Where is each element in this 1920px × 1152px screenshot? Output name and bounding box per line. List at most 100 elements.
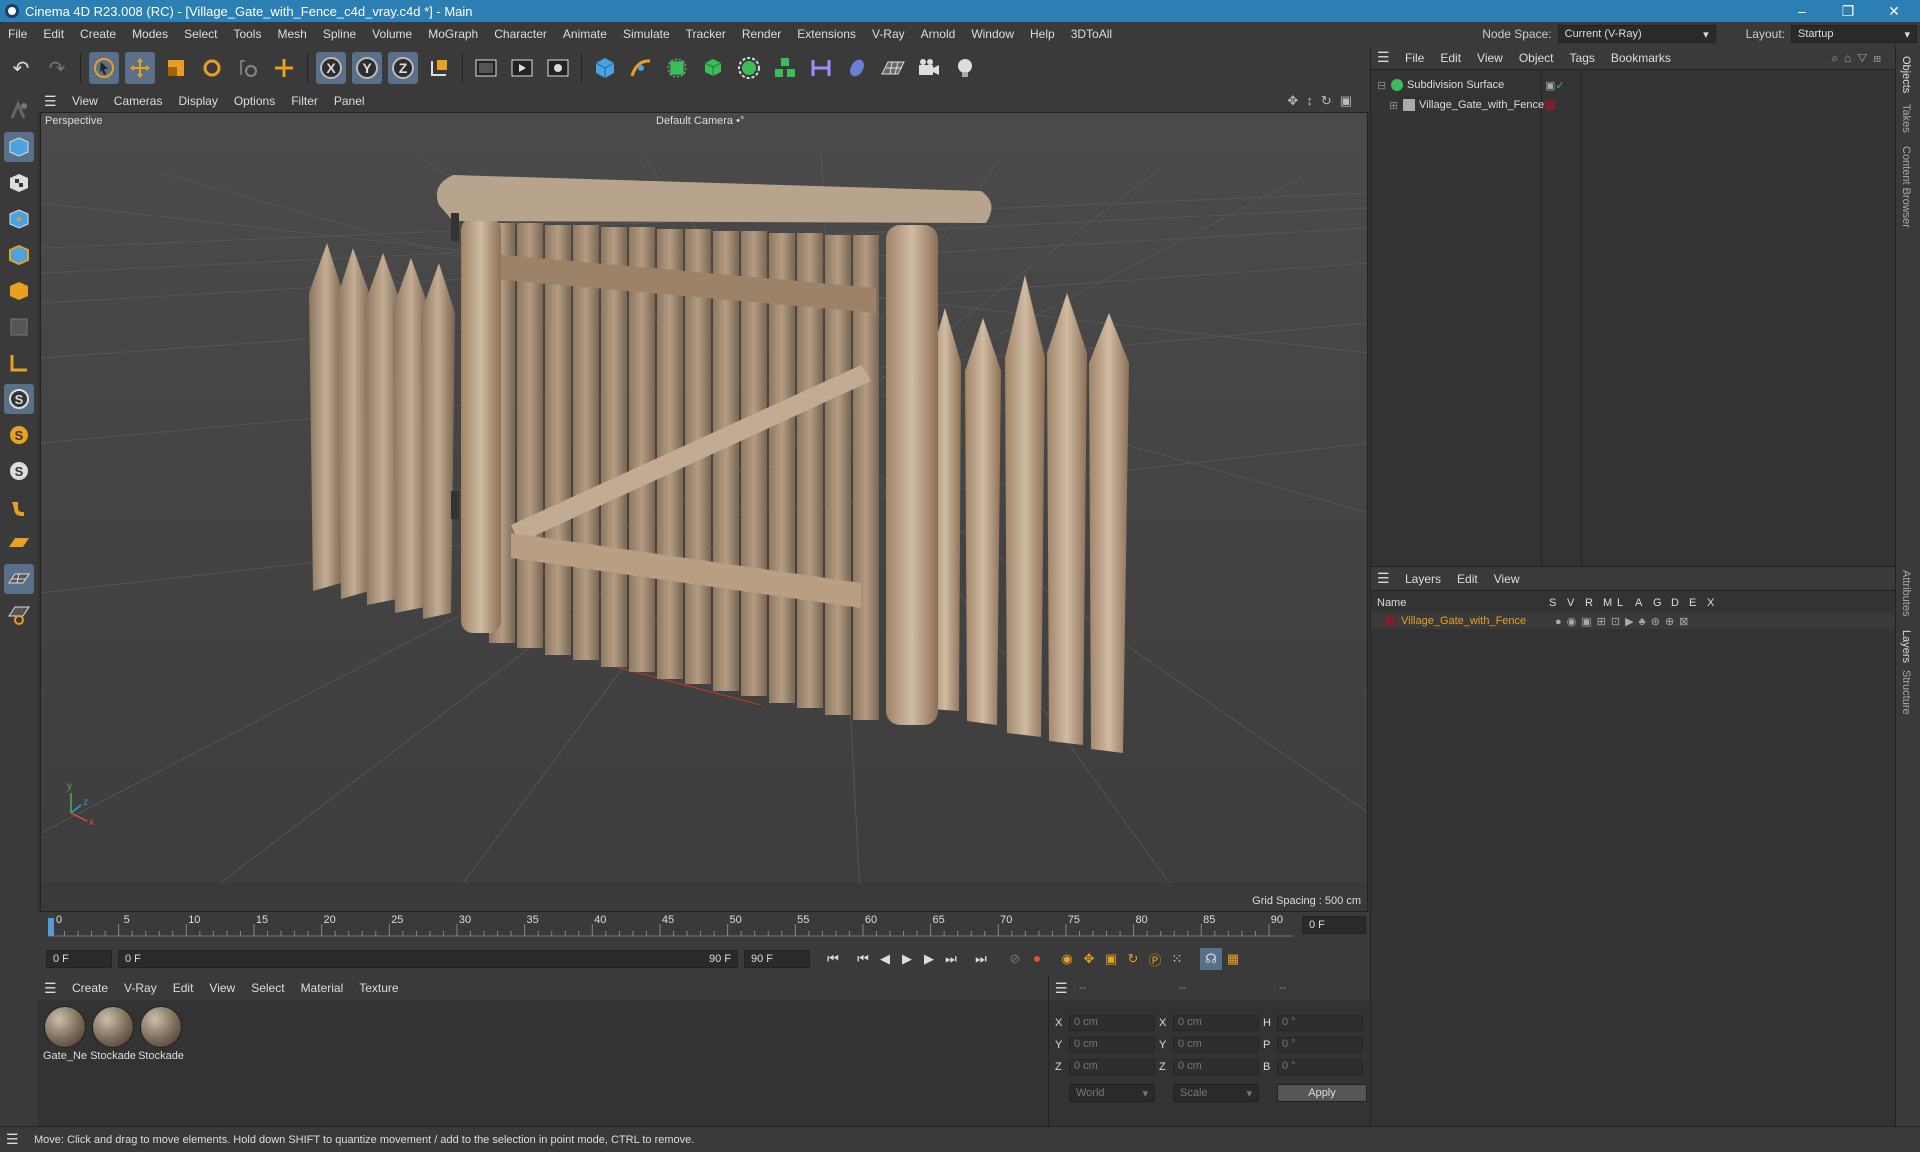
size-y-field[interactable]: 0 cm bbox=[1173, 1037, 1259, 1053]
play-icon[interactable]: ▶ bbox=[896, 948, 918, 970]
menu-mograph[interactable]: MoGraph bbox=[420, 27, 486, 41]
position-x-field[interactable]: 0 cm bbox=[1069, 1015, 1155, 1031]
go-to-start-icon[interactable]: ⏮ bbox=[822, 948, 844, 970]
material-menu-material[interactable]: Material bbox=[293, 981, 352, 995]
camera-icon[interactable] bbox=[914, 52, 944, 84]
expand-icon[interactable]: ⊞ bbox=[1389, 99, 1399, 112]
menu-arnold[interactable]: Arnold bbox=[913, 27, 964, 41]
menu-animate[interactable]: Animate bbox=[555, 27, 615, 41]
end-frame-field[interactable]: 90 F bbox=[744, 950, 810, 968]
tab-layers[interactable]: Layers bbox=[1900, 630, 1912, 663]
menu-volume[interactable]: Volume bbox=[364, 27, 420, 41]
layer-color-swatch[interactable] bbox=[1545, 100, 1555, 110]
layer-toggle-icons[interactable]: ●◉▣⊞⊡▶♣⊛⊕⊠ bbox=[1555, 615, 1693, 628]
workplane-icon[interactable] bbox=[4, 528, 34, 558]
quantize-icon[interactable]: S bbox=[4, 456, 34, 486]
scale-icon[interactable] bbox=[161, 52, 191, 84]
workplane-snap-icon[interactable]: S bbox=[4, 420, 34, 450]
points-mode-icon[interactable] bbox=[4, 204, 34, 234]
uv-mode-icon[interactable] bbox=[4, 312, 34, 342]
material-menu-create[interactable]: Create bbox=[64, 981, 116, 995]
extrude-icon[interactable] bbox=[698, 52, 728, 84]
auto-key-icon[interactable]: ⏺ bbox=[1026, 948, 1048, 970]
position-z-field[interactable]: 0 cm bbox=[1069, 1059, 1155, 1075]
axis-move-icon[interactable] bbox=[269, 52, 299, 84]
move-icon[interactable] bbox=[125, 52, 155, 84]
rotation-h-field[interactable]: 0 ° bbox=[1277, 1015, 1363, 1031]
object-menu-edit[interactable]: Edit bbox=[1432, 51, 1469, 65]
object-menu-object[interactable]: Object bbox=[1511, 51, 1562, 65]
polygons-mode-icon[interactable] bbox=[4, 276, 34, 306]
material-menu-view[interactable]: View bbox=[201, 981, 243, 995]
subdivision-icon[interactable] bbox=[662, 52, 692, 84]
apply-button[interactable]: Apply bbox=[1277, 1084, 1367, 1102]
motion-system-icon[interactable]: ☊ bbox=[1200, 948, 1222, 970]
field-icon[interactable] bbox=[842, 52, 872, 84]
material-menu-select[interactable]: Select bbox=[243, 981, 292, 995]
viewport-menu-cameras[interactable]: Cameras bbox=[106, 94, 171, 108]
3d-viewport[interactable]: y x z Perspective Default Camera •° Grid… bbox=[40, 112, 1368, 912]
hamburger-icon[interactable]: ☰ bbox=[1377, 49, 1397, 66]
key-point-level-icon[interactable]: ⁙ bbox=[1166, 948, 1188, 970]
floor-icon[interactable] bbox=[878, 52, 908, 84]
locked-workplane-icon[interactable] bbox=[4, 600, 34, 630]
cloner-icon[interactable] bbox=[770, 52, 800, 84]
object-row-village-gate[interactable]: ⊞ Village_Gate_with_Fence bbox=[1389, 96, 1555, 114]
viewport-menu-filter[interactable]: Filter bbox=[283, 94, 326, 108]
light-icon[interactable] bbox=[950, 52, 980, 84]
coord-transform-select[interactable]: Scale ▾ bbox=[1173, 1084, 1259, 1102]
menu-character[interactable]: Character bbox=[486, 27, 555, 41]
size-z-field[interactable]: 0 cm bbox=[1173, 1059, 1259, 1075]
y-axis-icon[interactable]: Y bbox=[352, 52, 382, 84]
menu-vray[interactable]: V-Ray bbox=[864, 27, 913, 41]
pen-icon[interactable] bbox=[626, 52, 656, 84]
timeline-window-icon[interactable]: ▦ bbox=[1222, 948, 1244, 970]
next-frame-icon[interactable]: ▶ bbox=[918, 948, 940, 970]
menu-edit[interactable]: Edit bbox=[35, 27, 72, 41]
z-axis-icon[interactable]: Z bbox=[388, 52, 418, 84]
material-menu-texture[interactable]: Texture bbox=[351, 981, 406, 995]
material-swatch[interactable]: Stockade bbox=[138, 1006, 184, 1062]
restore-button[interactable]: ❐ bbox=[1828, 0, 1868, 22]
key-parameter-icon[interactable]: Ⓟ bbox=[1144, 948, 1166, 970]
size-x-field[interactable]: 0 cm bbox=[1173, 1015, 1259, 1031]
key-rotation-icon[interactable]: ↻ bbox=[1122, 948, 1144, 970]
material-menu-edit[interactable]: Edit bbox=[165, 981, 202, 995]
viewport-menu-options[interactable]: Options bbox=[226, 94, 283, 108]
snap-icon[interactable]: S bbox=[4, 384, 34, 414]
previous-key-icon[interactable]: ⏮ bbox=[852, 948, 874, 970]
undo-icon[interactable]: ↶ bbox=[6, 52, 36, 84]
render-view-icon[interactable] bbox=[507, 52, 537, 84]
menu-help[interactable]: Help bbox=[1022, 27, 1063, 41]
keyframe-selection-icon[interactable]: ◉ bbox=[1056, 948, 1078, 970]
object-menu-tags[interactable]: Tags bbox=[1562, 51, 1603, 65]
rotate-icon[interactable] bbox=[197, 52, 227, 84]
hamburger-icon[interactable]: ☰ bbox=[1055, 980, 1075, 997]
menu-select[interactable]: Select bbox=[176, 27, 225, 41]
hamburger-icon[interactable]: ☰ bbox=[44, 93, 64, 110]
menu-extensions[interactable]: Extensions bbox=[789, 27, 864, 41]
tab-content-browser[interactable]: Content Browser bbox=[1900, 146, 1912, 228]
cube-icon[interactable] bbox=[590, 52, 620, 84]
close-button[interactable]: ✕ bbox=[1874, 0, 1914, 22]
edges-mode-icon[interactable] bbox=[4, 240, 34, 270]
array-icon[interactable] bbox=[734, 52, 764, 84]
object-menu-bookmarks[interactable]: Bookmarks bbox=[1603, 51, 1679, 65]
object-menu-file[interactable]: File bbox=[1397, 51, 1432, 65]
current-frame-field[interactable]: 0 F bbox=[1302, 916, 1366, 934]
redo-icon[interactable]: ↷ bbox=[42, 52, 72, 84]
layout-select[interactable]: Startup ▾ bbox=[1791, 25, 1917, 43]
viewport-menu-view[interactable]: View bbox=[64, 94, 106, 108]
camera-name[interactable]: Default Camera •° bbox=[656, 115, 744, 127]
rotation-b-field[interactable]: 0 ° bbox=[1277, 1059, 1363, 1075]
object-toolbar-icons[interactable]: ⌕⌂▽⊞ bbox=[1831, 51, 1887, 66]
hamburger-icon[interactable]: ☰ bbox=[1377, 570, 1397, 587]
render-settings-icon[interactable] bbox=[543, 52, 573, 84]
key-position-icon[interactable]: ✥ bbox=[1078, 948, 1100, 970]
viewport-menu-panel[interactable]: Panel bbox=[326, 94, 373, 108]
model-mode-icon[interactable] bbox=[4, 132, 34, 162]
tab-structure[interactable]: Structure bbox=[1900, 670, 1912, 715]
key-scale-icon[interactable]: ▣ bbox=[1100, 948, 1122, 970]
layer-row[interactable]: Village_Gate_with_Fence ●◉▣⊞⊡▶♣⊛⊕⊠ bbox=[1371, 613, 1896, 629]
texture-mode-icon[interactable] bbox=[4, 168, 34, 198]
